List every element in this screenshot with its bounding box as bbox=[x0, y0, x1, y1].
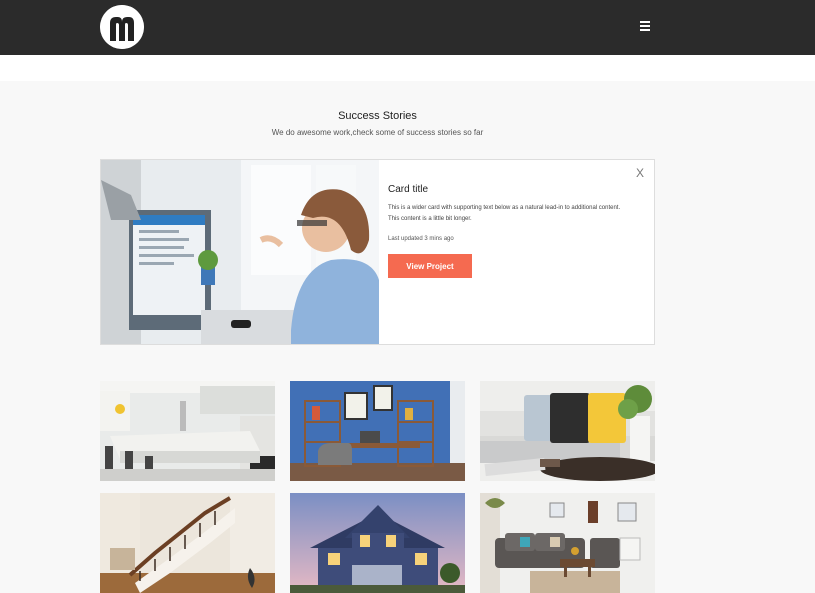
header-spacer bbox=[0, 55, 815, 81]
section-title: Success Stories bbox=[338, 110, 417, 122]
m-logo-icon[interactable] bbox=[100, 5, 144, 49]
house-exterior-photo[interactable] bbox=[290, 493, 465, 593]
close-icon[interactable]: X bbox=[636, 166, 644, 180]
lounge-photo[interactable] bbox=[480, 493, 655, 593]
woman-at-computer-photo bbox=[101, 160, 379, 344]
card-updated-time: Last updated 3 mins ago bbox=[388, 236, 454, 242]
card-title: Card title bbox=[388, 184, 429, 195]
view-project-button[interactable]: View Project bbox=[388, 254, 472, 278]
project-card: X Card title This is a wider card with s… bbox=[100, 159, 655, 345]
home-office-photo[interactable] bbox=[290, 381, 465, 481]
hamburger-menu-icon[interactable] bbox=[636, 17, 654, 35]
top-navbar bbox=[0, 0, 815, 55]
card-text: This is a wider card with supporting tex… bbox=[388, 205, 621, 222]
section-subtitle: We do awesome work,check some of success… bbox=[271, 128, 484, 137]
living-room-sofa-photo[interactable] bbox=[480, 381, 655, 481]
kitchen-photo[interactable] bbox=[100, 381, 275, 481]
staircase-photo[interactable] bbox=[100, 493, 275, 593]
